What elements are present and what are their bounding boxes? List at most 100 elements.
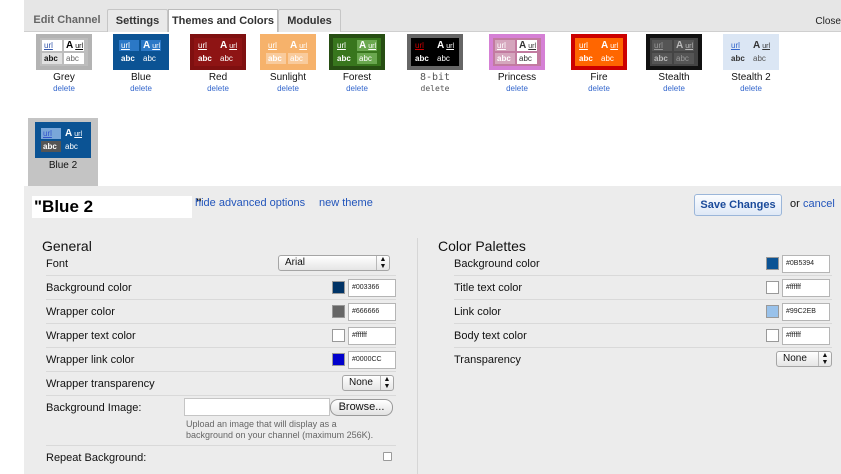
- swatch-sample-text: abc: [63, 141, 83, 152]
- swatch-sample-text: url: [196, 40, 216, 51]
- swatch-sample-text: url: [42, 40, 62, 51]
- theme-swatch[interactable]: url Aurl abc abc: [489, 34, 545, 70]
- column-divider: [417, 238, 418, 474]
- palette-background-color-label: Background color: [454, 258, 540, 270]
- tab-bar: Edit Channel Settings Themes and Colors …: [24, 0, 841, 33]
- theme-title-input[interactable]: [32, 196, 192, 218]
- theme-swatch[interactable]: url Aurl abc abc: [571, 34, 627, 70]
- wrapper-color-swatch[interactable]: [332, 305, 345, 318]
- theme-delete-link[interactable]: delete: [639, 84, 709, 94]
- theme-option[interactable]: url Aurl abc abc Princess delete: [482, 34, 552, 102]
- swatch-sample-text: url: [266, 40, 286, 51]
- theme-swatch[interactable]: url Aurl abc abc: [113, 34, 169, 70]
- theme-swatch[interactable]: url Aurl abc abc: [260, 34, 316, 70]
- theme-swatch[interactable]: url Aurl abc abc: [646, 34, 702, 70]
- background-color-row: Background color #003366: [46, 276, 396, 300]
- swatch-sample-text: abc: [218, 53, 238, 64]
- theme-delete-link[interactable]: delete: [106, 84, 176, 94]
- new-theme-link[interactable]: new theme: [319, 197, 373, 209]
- wrapper-link-color-swatch[interactable]: [332, 353, 345, 366]
- font-row: Font Arial ▲ ▼: [46, 252, 396, 276]
- swatch-sample-text: Aurl: [435, 40, 455, 51]
- tab-edit-channel[interactable]: Edit Channel: [28, 9, 106, 32]
- palette-background-color-swatch[interactable]: [766, 257, 779, 270]
- tab-settings[interactable]: Settings: [107, 9, 168, 32]
- theme-delete-link[interactable]: delete: [482, 84, 552, 94]
- theme-delete-link[interactable]: delete: [183, 84, 253, 94]
- theme-option[interactable]: url Aurl abc abc Fire delete: [564, 34, 634, 102]
- theme-name: Grey: [53, 72, 75, 83]
- close-link[interactable]: Close: [815, 16, 841, 27]
- browse-button[interactable]: Browse...: [330, 399, 393, 416]
- background-image-label: Background Image:: [46, 402, 142, 414]
- swatch-sample-text: abc: [196, 53, 216, 64]
- theme-option[interactable]: url Aurl abc abc Grey delete: [29, 34, 99, 102]
- theme-swatch[interactable]: url Aurl abc abc: [723, 34, 779, 70]
- theme-option[interactable]: url Aurl abc abc Blue 2: [28, 118, 98, 186]
- swatch-sample-text: url: [41, 128, 61, 139]
- wrapper-transparency-select[interactable]: None ▲ ▼: [342, 375, 394, 391]
- save-changes-button[interactable]: Save Changes: [694, 194, 782, 216]
- palette-background-color-hex-input[interactable]: #0B5394: [782, 255, 830, 273]
- swatch-sample-text: url: [413, 40, 433, 51]
- theme-name: Fire: [590, 72, 608, 83]
- wrapper-link-color-hex-input[interactable]: #0000CC: [348, 351, 396, 369]
- swatch-sample-text: abc: [266, 53, 286, 64]
- swatch-sample-text: Aurl: [674, 40, 694, 51]
- background-color-hex-input[interactable]: #003366: [348, 279, 396, 297]
- theme-delete-link[interactable]: delete: [253, 84, 323, 94]
- swatch-sample-text: url: [729, 40, 749, 51]
- font-select[interactable]: Arial ▲ ▼: [278, 255, 390, 271]
- wrapper-text-color-hex-input[interactable]: #ffffff: [348, 327, 396, 345]
- theme-option[interactable]: url Aurl abc abc Blue delete: [106, 34, 176, 102]
- theme-delete-link[interactable]: delete: [716, 84, 786, 94]
- swatch-sample-text: Aurl: [751, 40, 771, 51]
- theme-option[interactable]: url Aurl abc abc Sunlight delete: [253, 34, 323, 102]
- cancel-link[interactable]: cancel: [803, 198, 835, 210]
- theme-swatch[interactable]: url Aurl abc abc: [36, 34, 92, 70]
- theme-delete-link[interactable]: delete: [564, 84, 634, 94]
- theme-swatch[interactable]: url Aurl abc abc: [329, 34, 385, 70]
- palette-background-color-row: Background color #0B5394: [454, 252, 832, 276]
- hide-advanced-options-link[interactable]: hide advanced options: [195, 197, 305, 209]
- repeat-background-checkbox[interactable]: [383, 452, 392, 461]
- body-text-color-hex-input[interactable]: #ffffff: [782, 327, 830, 345]
- wrapper-link-color-row: Wrapper link color #0000CC: [46, 348, 396, 372]
- background-image-row: Background Image: Browse... Upload an im…: [46, 396, 396, 446]
- tab-themes-and-colors[interactable]: Themes and Colors: [168, 9, 278, 33]
- select-arrows-icon: ▲ ▼: [376, 256, 389, 270]
- transparency-select[interactable]: None ▲ ▼: [776, 351, 832, 367]
- link-color-swatch[interactable]: [766, 305, 779, 318]
- swatch-sample-text: abc: [435, 53, 455, 64]
- wrapper-transparency-row: Wrapper transparency None ▲ ▼: [46, 372, 396, 396]
- link-color-hex-input[interactable]: #99C2EB: [782, 303, 830, 321]
- wrapper-color-label: Wrapper color: [46, 306, 115, 318]
- theme-option[interactable]: url Aurl abc abc Red delete: [183, 34, 253, 102]
- theme-option[interactable]: url Aurl abc abc Forest delete: [322, 34, 392, 102]
- theme-delete-link[interactable]: delete: [400, 84, 470, 94]
- tab-modules[interactable]: Modules: [278, 9, 341, 32]
- theme-delete-link[interactable]: delete: [29, 84, 99, 94]
- theme-option[interactable]: url Aurl abc abc Stealth delete: [639, 34, 709, 102]
- theme-swatch[interactable]: url Aurl abc abc: [35, 122, 91, 158]
- wrapper-text-color-swatch[interactable]: [332, 329, 345, 342]
- theme-swatch[interactable]: url Aurl abc abc: [190, 34, 246, 70]
- theme-option[interactable]: url Aurl abc abc 8-bit delete: [400, 34, 470, 102]
- background-image-file-field[interactable]: [184, 398, 330, 416]
- advanced-options-panel: General Font Arial ▲ ▼ Background color #…: [24, 228, 841, 474]
- theme-delete-link[interactable]: delete: [322, 84, 392, 94]
- theme-name: Stealth 2: [731, 72, 771, 83]
- wrapper-color-hex-input[interactable]: #666666: [348, 303, 396, 321]
- title-text-color-hex-input[interactable]: #ffffff: [782, 279, 830, 297]
- swatch-sample-text: abc: [577, 53, 597, 64]
- swatch-sample-text: abc: [517, 53, 537, 64]
- swatch-sample-text: abc: [729, 53, 749, 64]
- background-color-swatch[interactable]: [332, 281, 345, 294]
- theme-swatch[interactable]: url Aurl abc abc: [407, 34, 463, 70]
- theme-option[interactable]: url Aurl abc abc Stealth 2 delete: [716, 34, 786, 102]
- title-text-color-swatch[interactable]: [766, 281, 779, 294]
- body-text-color-swatch[interactable]: [766, 329, 779, 342]
- wrapper-transparency-label: Wrapper transparency: [46, 378, 155, 390]
- select-arrows-icon: ▲ ▼: [818, 352, 831, 366]
- swatch-sample-text: abc: [599, 53, 619, 64]
